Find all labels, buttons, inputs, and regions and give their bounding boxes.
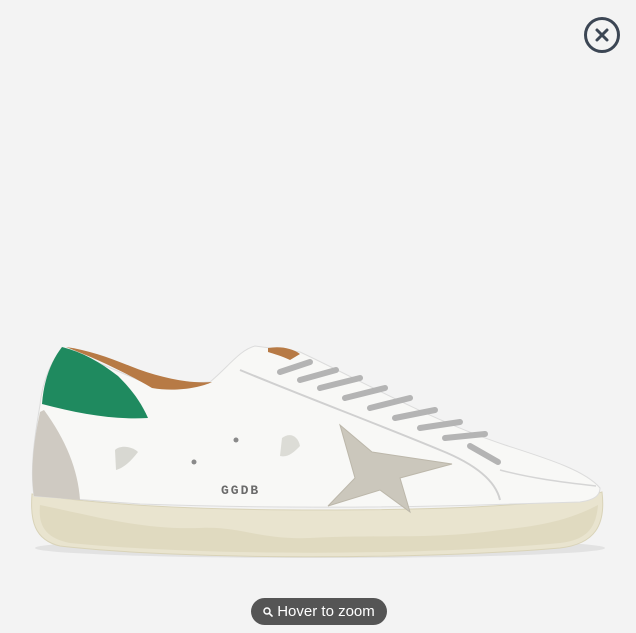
perforation: [233, 437, 239, 443]
close-icon: [595, 28, 609, 42]
zoom-hint: Hover to zoom: [251, 598, 387, 625]
perforation: [191, 459, 197, 465]
sneaker-upper: [31, 345, 601, 508]
heel-logo-text: GGDB: [221, 483, 260, 498]
zoom-hint-label: Hover to zoom: [277, 603, 375, 620]
product-image-sneaker[interactable]: GGDB: [0, 0, 636, 633]
close-button[interactable]: [584, 17, 620, 53]
magnifier-icon: [263, 606, 274, 617]
image-viewer: GGDB Hover to zoom: [0, 0, 636, 633]
